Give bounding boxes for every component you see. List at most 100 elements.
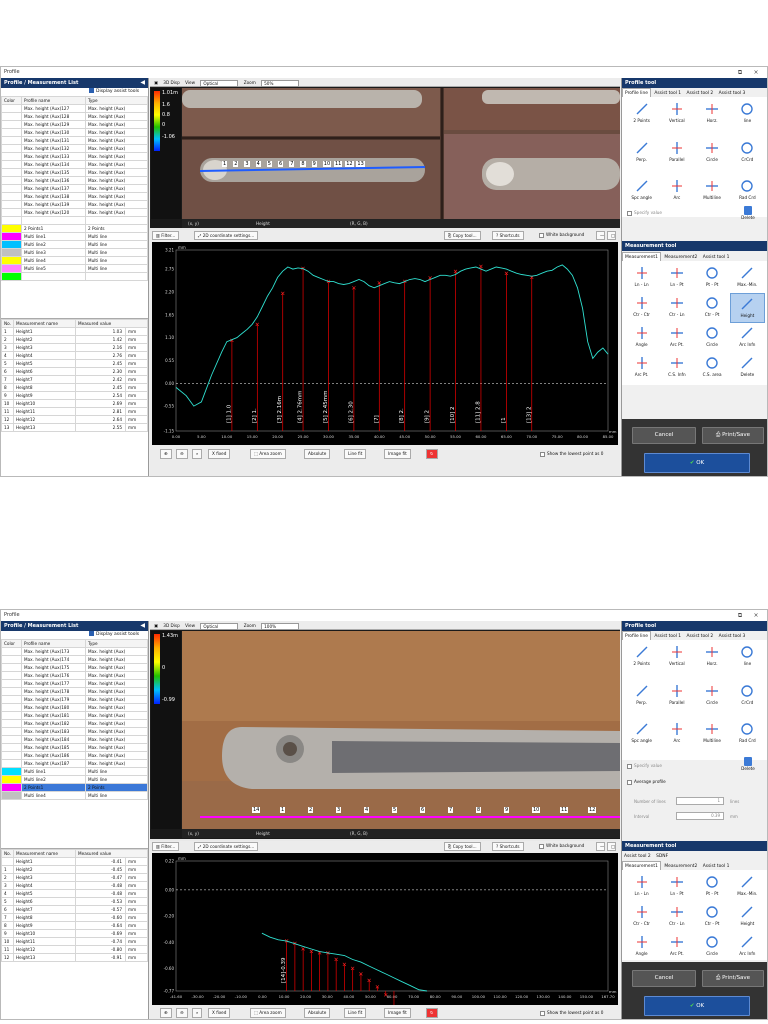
tab-profile-line[interactable]: Profile line [622, 631, 651, 640]
measurement-row[interactable]: 9 Height10 -0.69 mm [1, 929, 148, 938]
measurement-tool-ctr-ln[interactable]: Ctr - Ln [659, 293, 694, 323]
measurement-row[interactable]: 1 Height2 -0.45 mm [1, 865, 148, 874]
profile-tool-circle[interactable]: Circle [695, 138, 730, 168]
image-viewer[interactable]: ▣ 3D Disp View Optical Zoom 100% 1.43m 0… [150, 621, 620, 839]
profile-row[interactable]: Max. height (Aux)133 Max. height (Aux) [1, 152, 148, 161]
profile-tool-vertical[interactable]: Vertical [659, 642, 694, 672]
collapse-arrow-icon[interactable]: ◀ [140, 78, 145, 88]
measurement-row[interactable]: 5 Height5 2.45 mm [1, 359, 148, 368]
minimize-plot-icon[interactable]: — [596, 842, 605, 851]
measurement-tool-ctr-pt[interactable]: Ctr - Pt [695, 902, 730, 932]
ok-button[interactable]: ✔ OK [644, 453, 750, 473]
profile-point-label[interactable]: 3 [244, 161, 250, 167]
profile-tool-horz[interactable]: Horz. [695, 642, 730, 672]
measurement-row[interactable]: 8 Height9 -0.64 mm [1, 921, 148, 930]
profile-point-label[interactable]: 9 [311, 161, 317, 167]
weld-photo[interactable]: 1 2 3 4 5 6 7 8 9 10 11 12 13 [182, 88, 620, 219]
measurement-row[interactable]: 4 Height4 2.76 mm [1, 351, 148, 360]
checkbox-unchecked-icon[interactable] [540, 1010, 545, 1016]
show-lowest-checkbox[interactable]: Show the lowest point as 0 [540, 451, 603, 457]
profile-point-label[interactable]: 4 [364, 807, 370, 813]
profile-point-label[interactable]: 13 [356, 161, 365, 167]
white-background-checkbox[interactable]: White background [536, 231, 587, 240]
profile-point-label[interactable]: 4 [255, 161, 261, 167]
measurement-row[interactable]: 6 Height6 2.30 mm [1, 367, 148, 376]
profile-row[interactable]: Max. height (Aux)181 Max. height (Aux) [1, 711, 148, 720]
profile-row[interactable]: Max. height (Aux)120 Max. height (Aux) [1, 208, 148, 217]
checkbox-unchecked-icon[interactable] [539, 232, 544, 238]
profile-point-label[interactable]: 2 [308, 807, 314, 813]
profile-tool-rad-crd[interactable]: Rad Crd [730, 176, 765, 206]
measurement-row[interactable]: 12 Height12 2.64 mm [1, 415, 148, 424]
col-header[interactable]: Measured value [75, 849, 148, 858]
measurement-row[interactable]: 2 Height3 -0.47 mm [1, 873, 148, 882]
restore-icon[interactable]: ⧉ [733, 610, 747, 621]
measurement-row[interactable]: 6 Height7 -0.57 mm [1, 905, 148, 914]
profile-tool-perp[interactable]: Perp. [624, 138, 659, 168]
profile-tool-crcrd[interactable]: CrCrd [730, 138, 765, 168]
measurement-tool-ln-pt[interactable]: Ln - Pt [659, 263, 694, 293]
profile-point-label[interactable]: 1 [222, 161, 228, 167]
trash-icon[interactable] [744, 757, 752, 766]
profile-tool-multiline[interactable]: Multiline [695, 176, 730, 206]
measurement-row[interactable]: 4 Height5 -0.48 mm [1, 889, 148, 898]
profile-row[interactable]: Multi line2 Multi line [1, 775, 148, 784]
checkbox-unchecked-icon[interactable] [627, 763, 632, 769]
filter-button[interactable]: ▥ Filter... [152, 231, 180, 240]
profile-row[interactable]: Multi line1 Multi line [1, 767, 148, 776]
col-header[interactable]: Color [1, 639, 22, 648]
measurement-row[interactable]: 12 Height13 -0.91 mm [1, 953, 148, 962]
profile-row[interactable]: Max. height (Aux)127 Max. height (Aux) [1, 104, 148, 113]
profile-row[interactable]: Max. height (Aux)129 Max. height (Aux) [1, 120, 148, 129]
measurement-tool-circle[interactable]: Circle [695, 323, 730, 353]
measurement-tool-arc-pt[interactable]: Arc Pt. [659, 932, 694, 960]
measurement-tool-delete[interactable]: Delete [730, 353, 765, 383]
profile-tool-crcrd[interactable]: CrCrd [730, 681, 765, 711]
profile-tool-multiline[interactable]: Multiline [695, 719, 730, 749]
measurement-tool-max-min[interactable]: Max.-Min. [730, 872, 765, 902]
3d-display-button[interactable]: ▣ 3D Disp [154, 621, 180, 630]
tab-assist-tool-2[interactable]: Assist tool 2 [685, 632, 716, 640]
profile-row[interactable]: Max. height (Aux)138 Max. height (Aux) [1, 192, 148, 201]
display-assist-checkbox[interactable]: Display assist tools [1, 88, 148, 96]
num-lines-input[interactable]: 1 [676, 797, 724, 805]
delete-profile-button[interactable]: Delete [735, 757, 761, 771]
x-fixed-button[interactable]: X fixed [208, 449, 231, 459]
tab-assist-tool-2[interactable]: Assist tool 2 [685, 89, 716, 97]
profile-tool-line[interactable]: line [730, 642, 765, 672]
measurement-tool-arc-pt[interactable]: Arc Pt. [659, 323, 694, 353]
filter-button[interactable]: ▥ Filter... [152, 842, 180, 851]
display-assist-checkbox[interactable]: Display assist tools [1, 631, 148, 639]
coordinate-settings-button[interactable]: ⤢ 2D coordinate settings... [194, 842, 259, 851]
profile-point-label[interactable]: 14 [252, 807, 261, 813]
measurement-tool-ctr-pt[interactable]: Ctr - Pt [695, 293, 730, 323]
profile-row[interactable]: Multi line5 Multi line [1, 264, 148, 273]
measurement-row[interactable]: 11 Height12 -0.80 mm [1, 945, 148, 954]
measurement-tool-ln-ln[interactable]: Ln - Ln [624, 263, 659, 293]
view-select[interactable]: Optical [200, 79, 239, 87]
profile-row[interactable]: 2 Points1 2 Points [1, 224, 148, 233]
checkbox-unchecked-icon[interactable] [540, 451, 545, 457]
profile-row[interactable]: Max. height (Aux)139 Max. height (Aux) [1, 200, 148, 209]
collapse-arrow-icon[interactable]: ◀ [140, 621, 145, 631]
measurement-tool-arc-pt[interactable]: Arc Pt. [624, 353, 659, 383]
tab-profile-line[interactable]: Profile line [622, 88, 651, 97]
coordinate-settings-button[interactable]: ⤢ 2D coordinate settings... [194, 231, 259, 240]
profile-row[interactable]: Max. height (Aux)135 Max. height (Aux) [1, 168, 148, 177]
measurement-row[interactable]: 3 Height4 -0.48 mm [1, 881, 148, 890]
average-profile-checkbox[interactable]: Average profile [627, 779, 666, 785]
checkbox-checked-icon[interactable] [89, 88, 94, 93]
profile-point-label[interactable]: 9 [504, 807, 510, 813]
profile-row[interactable]: Max. height (Aux)134 Max. height (Aux) [1, 160, 148, 169]
interval-input[interactable]: 0.39 [676, 812, 724, 820]
measurement-row[interactable]: 7 Height7 2.42 mm [1, 375, 148, 384]
measurement-row[interactable]: Height1 -0.41 mm [1, 857, 148, 866]
profile-chart[interactable]: mm 3.21 2.75 2.20 1.65 1.10 0.55 0.00 -0.55 -1.15… [152, 242, 618, 445]
measurement-tool-c-s-area[interactable]: C.S. area [695, 353, 730, 383]
zoom-select[interactable]: 100% [261, 622, 300, 630]
measurement-tool-height[interactable]: Height [729, 293, 765, 323]
profile-tool-line[interactable]: line [730, 99, 765, 129]
minimize-plot-icon[interactable]: — [596, 231, 605, 240]
delete-profile-button[interactable]: Delete [735, 206, 761, 220]
restore-icon[interactable]: ⧉ [733, 67, 747, 78]
